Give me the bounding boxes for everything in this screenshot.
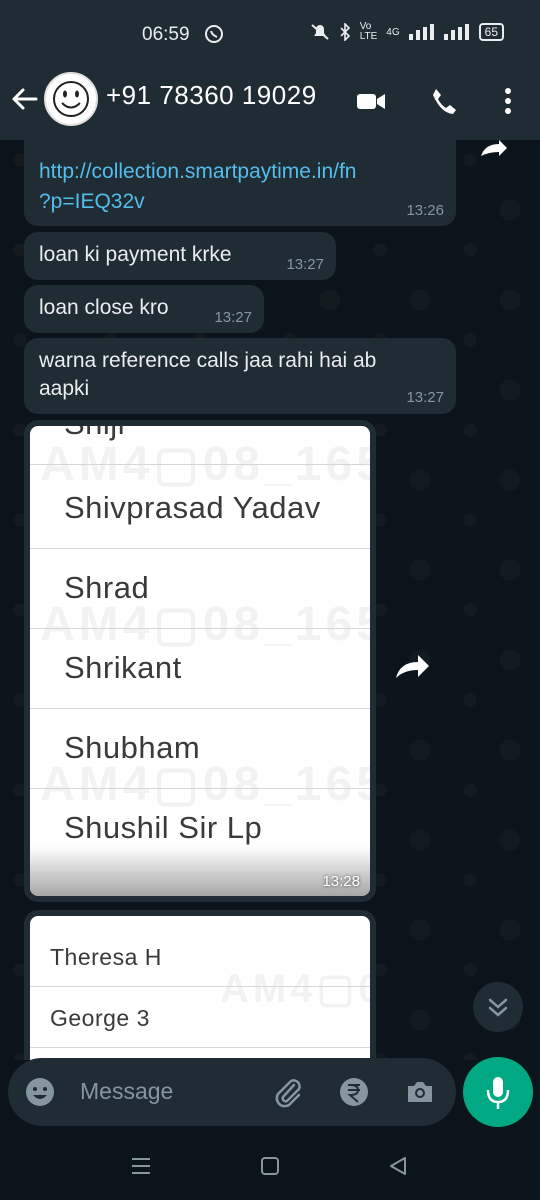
attach-icon[interactable]	[272, 1076, 304, 1108]
list-item: Shiji	[30, 426, 370, 465]
status-icons: Vo LTE 4G 65	[310, 22, 504, 42]
message-bubble[interactable]: loan ki payment krke 13:27	[24, 232, 336, 280]
message-bubble[interactable]: warna reference calls jaa rahi hai ab aa…	[24, 338, 456, 414]
message-link[interactable]: http://collection.smartpaytime.in/fn	[39, 160, 356, 184]
back-arrow-icon[interactable]	[10, 84, 40, 114]
list-item: Shivprasad Yadav	[30, 468, 370, 549]
signal-icon	[408, 24, 434, 40]
mute-icon	[311, 24, 329, 40]
message-bubble[interactable]: loan close kro 13:27	[24, 285, 264, 333]
whatsapp-status-icon	[205, 25, 223, 43]
shared-screenshot-image[interactable]: AM4▢0 Theresa H George 3	[30, 916, 370, 1060]
image-message-bubble[interactable]: AM4▢08_16570 AM4▢08_16570 AM4▢08_16570 S…	[24, 420, 376, 902]
more-options-icon[interactable]	[493, 86, 523, 116]
list-item: Shrikant	[30, 628, 370, 709]
list-item: Shubham	[30, 708, 370, 789]
message-bubble-link[interactable]: http://collection.smartpaytime.in/fn ?p=…	[24, 140, 507, 226]
message-link-cont[interactable]: ?p=IEQ32v	[39, 190, 145, 214]
scroll-down-icon	[488, 998, 508, 1017]
message-time: 13:27	[214, 309, 252, 326]
message-text: loan close kro	[39, 296, 169, 319]
mic-icon	[486, 1077, 510, 1109]
video-call-icon[interactable]	[356, 86, 386, 116]
home-icon[interactable]	[260, 1156, 280, 1176]
forward-icon-partial	[481, 140, 507, 156]
scroll-down-button[interactable]	[473, 982, 523, 1032]
signal-icon-2	[443, 24, 469, 40]
bluetooth-icon	[340, 23, 350, 41]
contact-name[interactable]: +91 78360 19029	[106, 80, 317, 111]
camera-icon[interactable]	[404, 1076, 436, 1108]
message-text-cont: aapki	[39, 377, 90, 400]
message-input[interactable]: Message	[80, 1078, 173, 1105]
recent-apps-icon[interactable]	[130, 1156, 152, 1176]
rupee-icon[interactable]	[338, 1076, 370, 1108]
message-time: 13:26	[406, 202, 444, 219]
battery-level: 65	[478, 23, 504, 41]
list-item: Shrad	[30, 548, 370, 629]
volte-label: Vo LTE	[359, 21, 378, 42]
emoji-icon[interactable]	[24, 1076, 56, 1108]
message-time: 13:28	[322, 873, 360, 890]
status-time: 06:59	[142, 24, 190, 45]
voice-message-button[interactable]	[463, 1057, 533, 1127]
list-item: George 3	[30, 987, 370, 1048]
message-time: 13:27	[286, 256, 324, 273]
image-message-bubble[interactable]: AM4▢0 Theresa H George 3	[24, 910, 376, 1060]
network-label: 4G	[386, 26, 400, 38]
avatar[interactable]	[44, 72, 98, 126]
back-nav-icon[interactable]	[388, 1156, 408, 1176]
message-text: loan ki payment krke	[39, 243, 232, 266]
system-nav-bar	[0, 1134, 540, 1200]
phone-icon[interactable]	[429, 86, 459, 116]
chat-area[interactable]: http://collection.smartpaytime.in/fn ?p=…	[0, 140, 540, 1060]
image-shadow-overlay	[30, 846, 370, 896]
status-bar: 06:59 Vo LTE 4G 65	[0, 0, 540, 70]
message-time: 13:27	[406, 389, 444, 406]
list-item: Theresa H	[30, 926, 370, 987]
shared-screenshot-image[interactable]: AM4▢08_16570 AM4▢08_16570 AM4▢08_16570 S…	[30, 426, 370, 896]
message-input-box[interactable]: Message	[8, 1058, 456, 1126]
message-text: warna reference calls jaa rahi hai ab	[39, 349, 377, 372]
forward-icon[interactable]	[392, 646, 432, 686]
chat-header: +91 78360 19029	[0, 70, 540, 140]
